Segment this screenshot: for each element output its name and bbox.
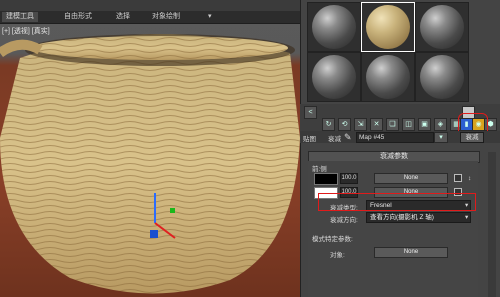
assign-material-icon[interactable]: ⇲: [354, 118, 367, 131]
put-library-icon[interactable]: ▣: [418, 118, 431, 131]
map-dropdown-icon[interactable]: ▾: [434, 132, 448, 143]
eyedropper-icon[interactable]: ✎: [344, 132, 352, 143]
front-amount-spinner[interactable]: 100.0: [340, 173, 358, 184]
highlight-falloff-type: [318, 193, 476, 211]
map-name-row: 贴图 衰减 ✎ Map #45 ▾ 衰减: [300, 131, 500, 143]
map-type-button[interactable]: 衰减: [460, 132, 484, 143]
reset-map-icon[interactable]: ✕: [370, 118, 383, 131]
effects-channel-icon[interactable]: ◈: [434, 118, 447, 131]
material-editor-scrollbar[interactable]: [488, 152, 496, 297]
material-slot-3[interactable]: [415, 2, 469, 52]
front-map-checkbox[interactable]: [454, 174, 462, 182]
falloff-params-panel: 前:侧 100.0 None ↕ 100.0 None 衰减类型: Fresne…: [308, 161, 478, 297]
teapot-object[interactable]: [0, 18, 305, 297]
falloff-direction-select[interactable]: 查看方向(摄影机 Z 轴): [366, 212, 471, 223]
falloff-direction-label: 衰减方向:: [330, 217, 358, 224]
material-slot-5[interactable]: [361, 52, 415, 102]
viewport-top-bar: [0, 0, 312, 11]
object-pick-button[interactable]: None: [374, 247, 448, 258]
prev-icon[interactable]: <: [304, 106, 317, 119]
mode-params-section: 模式特定参数:: [312, 236, 353, 243]
viewport[interactable]: 建模工具 自由形式 选择 对象绘制 ▾ [+] [透视] [真实]: [0, 0, 312, 297]
map-prefix: 衰减: [328, 136, 341, 143]
map-name-input[interactable]: Map #45: [356, 132, 434, 143]
material-slot-2[interactable]: [361, 2, 415, 52]
front-color-swatch[interactable]: [314, 173, 338, 185]
map-label: 贴图: [303, 136, 316, 143]
put-to-scene-icon[interactable]: ⟲: [338, 118, 351, 131]
viewport-label[interactable]: [+] [透视] [真实]: [2, 26, 50, 36]
object-label: 对象:: [330, 252, 345, 259]
material-slot-6[interactable]: [415, 52, 469, 102]
make-unique-icon[interactable]: ◫: [402, 118, 415, 131]
material-slot-4[interactable]: [307, 52, 361, 102]
falloff-direction-chevron-icon: ▾: [465, 214, 469, 221]
get-material-icon[interactable]: ↻: [322, 118, 335, 131]
copy-material-icon[interactable]: ❏: [386, 118, 399, 131]
front-side-section: 前:侧: [312, 166, 327, 173]
swap-icon[interactable]: ↕: [468, 175, 471, 182]
material-slot-1[interactable]: [307, 2, 361, 52]
front-map-button[interactable]: None: [374, 173, 448, 184]
